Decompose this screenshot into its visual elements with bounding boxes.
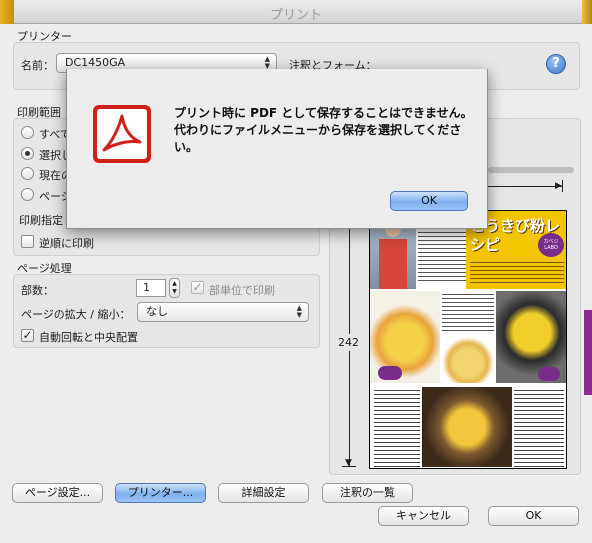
scaling-value: なし (146, 305, 168, 318)
height-dimension-label: 242 (338, 334, 359, 351)
width-dimension-tick (562, 180, 563, 192)
help-icon[interactable]: ? (546, 54, 566, 74)
adobe-acrobat-icon (92, 104, 154, 169)
popup-arrows-icon: ▲ ▼ (296, 304, 302, 319)
width-arrow-icon: ▶ (555, 181, 562, 191)
print-spec-label: 印刷指定 (19, 214, 63, 227)
printer-button[interactable]: プリンター... (115, 483, 206, 503)
magazine-badge: カベジ LABO (538, 233, 564, 257)
recipe-tag-2 (538, 367, 560, 381)
cancel-button[interactable]: キャンセル (378, 506, 469, 526)
article-text-block (418, 221, 466, 281)
page-setup-button[interactable]: ページ設定... (12, 483, 103, 503)
reverse-order-label: 逆順に印刷 (39, 237, 94, 250)
auto-rotate-checkbox[interactable]: ✓ (21, 329, 34, 342)
reverse-order-checkbox[interactable] (21, 235, 34, 248)
range-all-radio[interactable] (21, 126, 34, 139)
height-arrow-icon: ▼ (345, 458, 352, 468)
background-app-edge-right (582, 0, 592, 24)
scaling-label: ページの拡大 / 縮小： (21, 308, 131, 321)
scaling-popup[interactable]: なし ▲ ▼ (137, 302, 309, 322)
copies-label: 部数： (21, 284, 54, 297)
recipe-tag (378, 366, 402, 380)
printer-name-label: 名前： (21, 59, 54, 72)
collate-checkbox[interactable]: ✓ (191, 281, 204, 294)
header-text-lines (470, 259, 564, 285)
window-title: プリント (269, 8, 322, 23)
comments-summary-button[interactable]: 注釈の一覧 (322, 483, 413, 503)
advanced-button[interactable]: 詳細設定 (218, 483, 309, 503)
collate-label: 部単位で印刷 (209, 284, 275, 297)
popup-arrows-icon: ▲ ▼ (264, 55, 270, 70)
auto-rotate-label: 自動回転と中央配置 (39, 331, 138, 344)
bottom-text-right (514, 387, 564, 467)
range-selection-radio[interactable] (21, 147, 34, 160)
range-pages-radio[interactable] (21, 188, 34, 201)
background-app-edge-purple (584, 310, 592, 395)
zoom-slider[interactable] (488, 167, 574, 173)
bottom-text-left (374, 387, 420, 467)
recipe-text-block (442, 291, 494, 331)
alert-ok-button[interactable]: OK (390, 191, 468, 211)
title-bar[interactable]: プリント (0, 0, 592, 24)
width-dimension-line (488, 186, 562, 187)
soup-photo (442, 333, 494, 383)
page-preview: とうきび粉レシピ カベジ LABO (369, 210, 567, 469)
copies-stepper[interactable]: ▲ ▼ (169, 278, 180, 298)
gratin-photo (422, 387, 512, 467)
background-strip (0, 530, 592, 543)
range-current-radio[interactable] (21, 167, 34, 180)
ok-button[interactable]: OK (488, 506, 579, 526)
alert-message: プリント時に PDF として保存することはできません。代わりにファイルメニューか… (174, 106, 473, 154)
alert-sheet: プリント時に PDF として保存することはできません。代わりにファイルメニューか… (66, 69, 488, 229)
printer-name-value: DC1450GA (65, 56, 126, 69)
copies-input[interactable]: 1 (136, 279, 166, 297)
